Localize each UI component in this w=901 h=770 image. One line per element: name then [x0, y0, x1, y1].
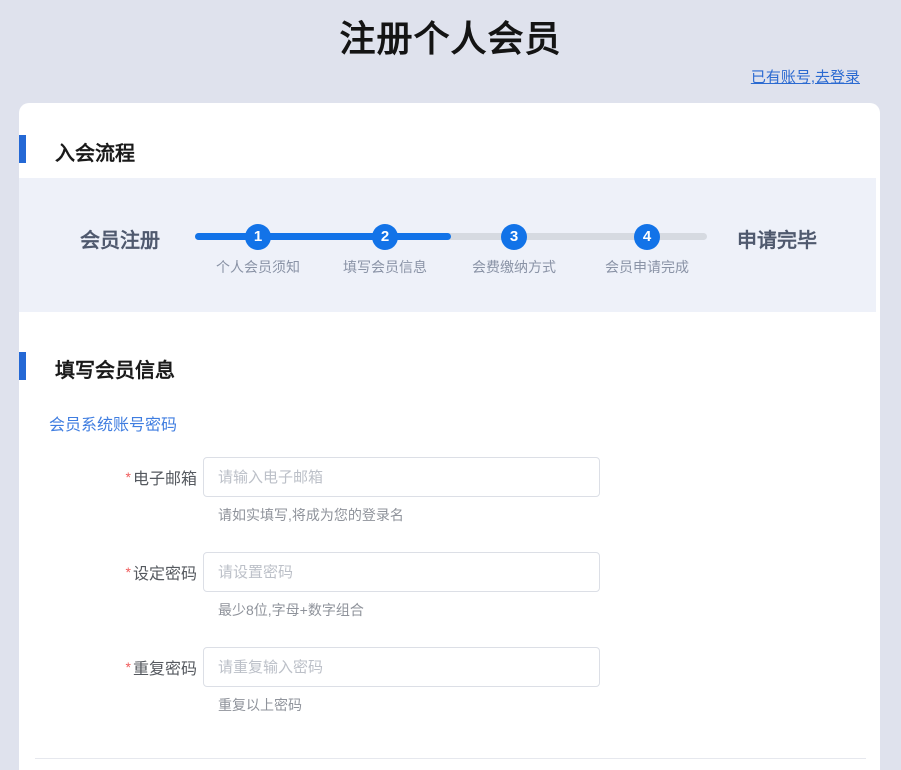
confirm-password-input[interactable] — [203, 647, 600, 687]
email-input[interactable] — [203, 457, 600, 497]
steps-panel: 会员注册 1 个人会员须知 2 填写会员信息 3 会费缴纳方式 4 会员申请完成… — [19, 178, 876, 312]
confirm-password-label: *重复密码 — [19, 647, 197, 687]
step-1-dot: 1 — [245, 224, 271, 250]
steps-progress-fill — [195, 233, 451, 240]
step-1-label: 个人会员须知 — [198, 257, 318, 277]
required-asterisk: * — [126, 659, 131, 675]
registration-card: 入会流程 会员注册 1 个人会员须知 2 填写会员信息 3 会费缴纳方式 4 会… — [19, 103, 880, 770]
password-input[interactable] — [203, 552, 600, 592]
page-title: 注册个人会员 — [0, 10, 901, 62]
confirm-password-label-text: 重复密码 — [133, 661, 197, 678]
account-subheading: 会员系统账号密码 — [49, 411, 177, 435]
step-4-dot: 4 — [634, 224, 660, 250]
section-accent-bar — [19, 352, 26, 380]
step-3-label: 会费缴纳方式 — [454, 257, 574, 277]
bottom-divider — [35, 758, 866, 759]
email-hint: 请如实填写,将成为您的登录名 — [218, 505, 404, 525]
step-2-dot: 2 — [372, 224, 398, 250]
step-4-label: 会员申请完成 — [587, 257, 707, 277]
process-section-heading: 入会流程 — [55, 137, 135, 166]
email-label-text: 电子邮箱 — [133, 471, 197, 488]
section-accent-bar — [19, 135, 26, 163]
step-2-label: 填写会员信息 — [325, 257, 445, 277]
password-label-text: 设定密码 — [133, 566, 197, 583]
steps-track — [195, 233, 707, 240]
steps-start-label: 会员注册 — [80, 224, 160, 253]
required-asterisk: * — [126, 469, 131, 485]
email-label: *电子邮箱 — [19, 457, 197, 497]
login-link[interactable]: 已有账号,去登录 — [751, 66, 860, 87]
steps-end-label: 申请完毕 — [737, 224, 817, 253]
password-label: *设定密码 — [19, 552, 197, 592]
password-hint: 最少8位,字母+数字组合 — [218, 600, 364, 620]
required-asterisk: * — [126, 564, 131, 580]
step-3-dot: 3 — [501, 224, 527, 250]
form-section-heading: 填写会员信息 — [55, 354, 175, 383]
confirm-password-hint: 重复以上密码 — [218, 695, 302, 715]
